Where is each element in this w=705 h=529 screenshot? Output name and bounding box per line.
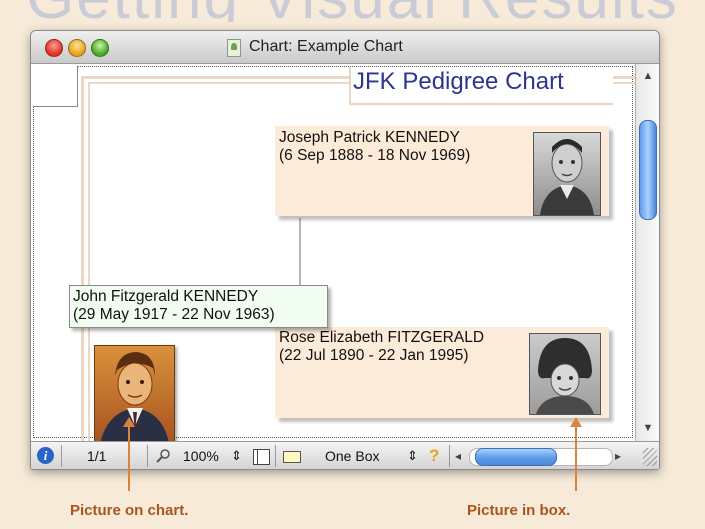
subject-name: John Fitzgerald KENNEDY xyxy=(73,288,259,305)
vertical-scrollbar[interactable]: ▲ ▼ xyxy=(635,64,659,441)
mother-dates: (22 Jul 1890 - 22 Jan 1995) xyxy=(279,347,469,364)
page-indicator: 1/1 xyxy=(87,448,107,464)
title-bar[interactable]: Chart: Example Chart xyxy=(31,31,659,64)
scroll-left-arrow-icon[interactable]: ◂ xyxy=(455,442,461,469)
caption-picture-in-box: Picture in box. xyxy=(467,502,571,519)
separator xyxy=(147,445,148,467)
pointer-arrow-box xyxy=(570,417,582,491)
mother-name: Rose Elizabeth FITZGERALD xyxy=(279,329,485,346)
zoom-button[interactable] xyxy=(91,39,109,57)
subject-box[interactable]: John Fitzgerald KENNEDY (29 May 1917 - 2… xyxy=(69,285,328,328)
separator xyxy=(275,445,276,467)
layout-stepper-icon[interactable]: ⇕ xyxy=(407,442,418,469)
father-name: Joseph Patrick KENNEDY xyxy=(279,129,460,146)
box-mode-icon xyxy=(283,451,301,463)
vertical-scroll-thumb[interactable] xyxy=(639,120,657,220)
horizontal-scroll-thumb[interactable] xyxy=(475,448,557,466)
pointer-arrow-chart xyxy=(123,417,135,491)
page-view-icon[interactable] xyxy=(253,449,270,465)
page-corner xyxy=(33,66,78,107)
close-button[interactable] xyxy=(45,39,63,57)
window-resize-grip-icon[interactable] xyxy=(643,448,657,466)
magnifier-icon xyxy=(156,449,170,463)
status-bar: i 1/1 100% ⇕ One Box ⇕ ? ◂ ▸ xyxy=(31,441,659,469)
separator xyxy=(449,445,450,467)
window-title: Chart: Example Chart xyxy=(249,38,403,55)
father-box[interactable]: Joseph Patrick KENNEDY (6 Sep 1888 - 18 … xyxy=(275,126,609,216)
caption-picture-on-chart: Picture on chart. xyxy=(70,502,189,519)
scroll-up-arrow-icon[interactable]: ▲ xyxy=(640,68,656,84)
zoom-magnifier-icon[interactable] xyxy=(155,442,173,469)
chart-title[interactable]: JFK Pedigree Chart xyxy=(353,68,564,96)
mother-photo[interactable] xyxy=(529,333,601,415)
zoom-level[interactable]: 100% xyxy=(183,442,219,469)
chart-window: Chart: Example Chart JFK Pedigree Chart … xyxy=(30,30,660,470)
father-dates: (6 Sep 1888 - 18 Nov 1969) xyxy=(279,147,471,164)
scroll-down-arrow-icon[interactable]: ▼ xyxy=(640,420,656,436)
father-photo[interactable] xyxy=(533,132,601,216)
top-banner-text: Getting Visual Results xyxy=(0,0,705,22)
info-icon[interactable]: i xyxy=(37,447,54,464)
separator xyxy=(61,445,62,467)
minimize-button[interactable] xyxy=(68,39,86,57)
portrait-icon xyxy=(540,139,594,215)
mother-box[interactable]: Rose Elizabeth FITZGERALD (22 Jul 1890 -… xyxy=(275,327,609,418)
layout-selector[interactable]: One Box xyxy=(325,442,379,469)
document-icon xyxy=(227,39,241,57)
subject-dates: (29 May 1917 - 22 Nov 1963) xyxy=(73,306,275,323)
scroll-right-arrow-icon[interactable]: ▸ xyxy=(615,442,621,469)
chart-canvas[interactable]: JFK Pedigree Chart Joseph Patrick KENNED… xyxy=(31,64,635,441)
help-icon[interactable]: ? xyxy=(429,442,439,469)
zoom-stepper-icon[interactable]: ⇕ xyxy=(231,442,242,469)
portrait-icon xyxy=(536,338,594,414)
